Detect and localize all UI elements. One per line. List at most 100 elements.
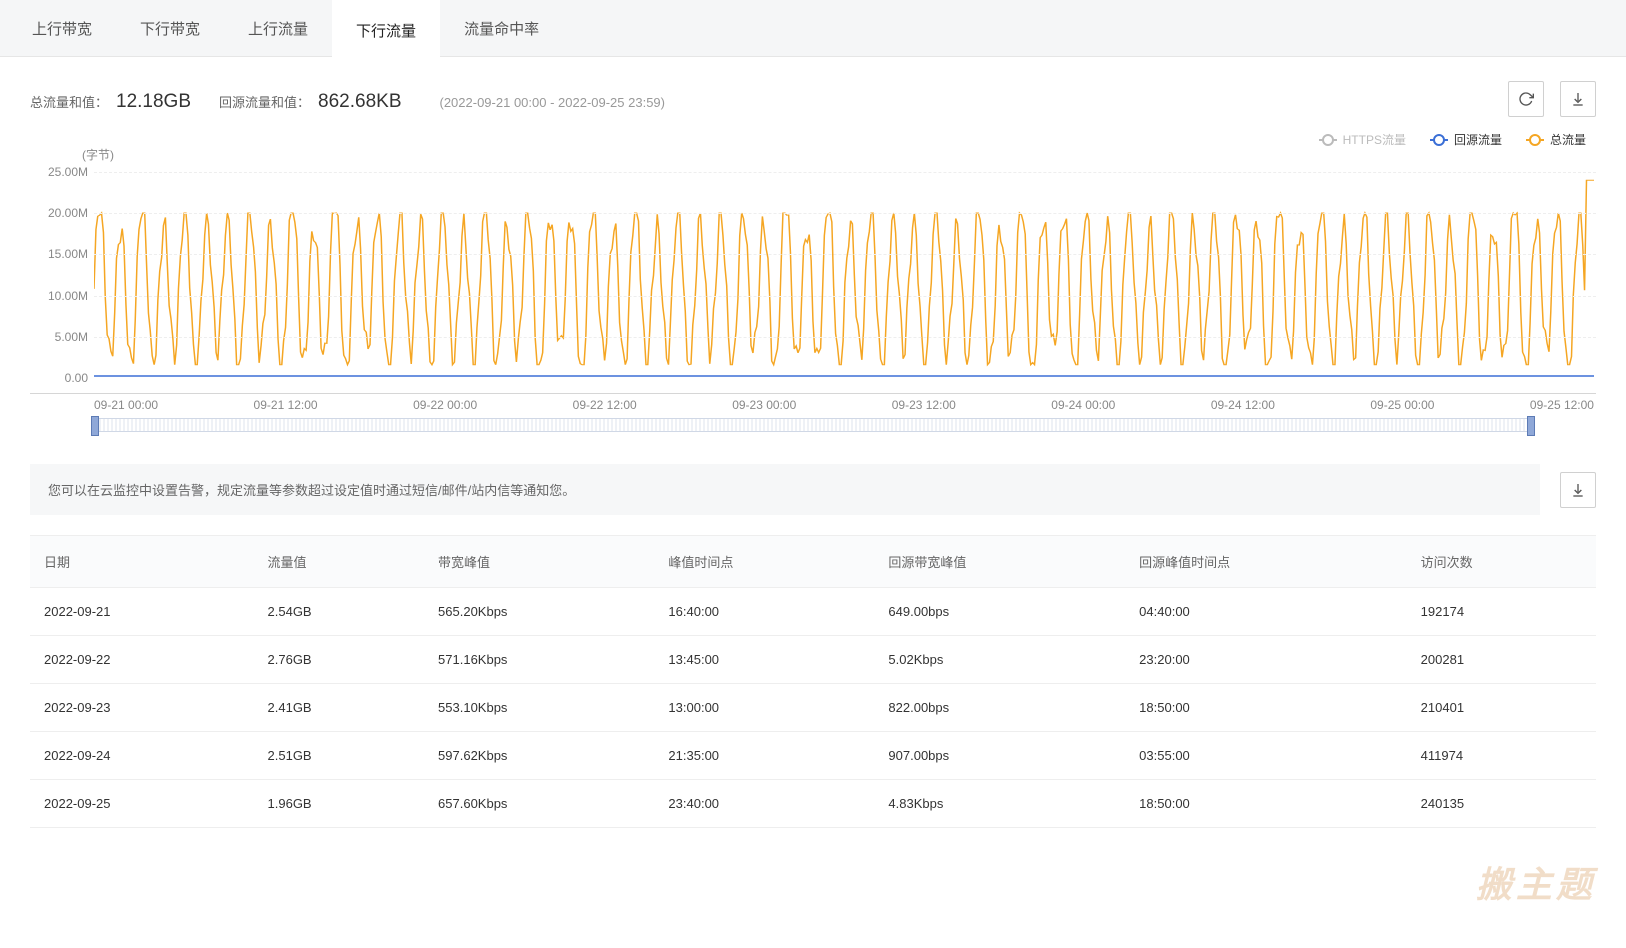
x-tick: 09-22 00:00	[413, 398, 477, 412]
legend-https-label: HTTPS流量	[1343, 131, 1406, 148]
scrub-handle-left[interactable]	[91, 416, 99, 436]
tab-up-bandwidth[interactable]: 上行带宽	[8, 0, 116, 56]
table-cell: 2022-09-22	[30, 636, 254, 684]
col-header: 峰值时间点	[654, 536, 874, 588]
table-cell: 2.51GB	[254, 732, 425, 780]
y-tick: 25.00M	[30, 165, 88, 179]
chart[interactable]: (字节) 0.005.00M10.00M15.00M20.00M25.00M	[30, 154, 1596, 394]
table-cell: 18:50:00	[1125, 684, 1407, 732]
tab-up-traffic[interactable]: 上行流量	[224, 0, 332, 56]
y-axis-title: (字节)	[82, 146, 114, 163]
table-cell: 2.54GB	[254, 588, 425, 636]
alert-info-banner: 您可以在云监控中设置告警，规定流量等参数超过设定值时通过短信/邮件/站内信等通知…	[30, 464, 1540, 515]
x-tick: 09-22 12:00	[573, 398, 637, 412]
origin-traffic-value: 862.68KB	[318, 91, 401, 113]
table-cell: 2.76GB	[254, 636, 425, 684]
table-cell: 2.41GB	[254, 684, 425, 732]
table-cell: 4.83Kbps	[874, 780, 1125, 828]
table-cell: 2022-09-24	[30, 732, 254, 780]
col-header: 流量值	[254, 536, 425, 588]
table-cell: 03:55:00	[1125, 732, 1407, 780]
table-cell: 597.62Kbps	[424, 732, 654, 780]
legend-total-label: 总流量	[1550, 131, 1586, 148]
chart-plot[interactable]	[94, 172, 1594, 377]
table-cell: 240135	[1407, 780, 1596, 828]
table-cell: 1.96GB	[254, 780, 425, 828]
table-cell: 21:35:00	[654, 732, 874, 780]
chart-area: (字节) 0.005.00M10.00M15.00M20.00M25.00M 0…	[0, 154, 1626, 442]
table-cell: 822.00bps	[874, 684, 1125, 732]
data-table: 日期流量值带宽峰值峰值时间点回源带宽峰值回源峰值时间点访问次数 2022-09-…	[30, 535, 1596, 828]
table-row: 2022-09-251.96GB657.60Kbps23:40:004.83Kb…	[30, 780, 1596, 828]
x-tick: 09-21 00:00	[94, 398, 158, 412]
tab-down-bandwidth[interactable]: 下行带宽	[116, 0, 224, 56]
x-tick: 09-25 00:00	[1370, 398, 1434, 412]
total-traffic-value: 12.18GB	[116, 91, 191, 113]
table-row: 2022-09-222.76GB571.16Kbps13:45:005.02Kb…	[30, 636, 1596, 684]
chart-legend: HTTPS流量 回源流量 总流量	[0, 127, 1626, 154]
table-cell: 649.00bps	[874, 588, 1125, 636]
table-cell: 571.16Kbps	[424, 636, 654, 684]
origin-traffic-label: 回源流量和值：	[219, 92, 310, 111]
download-icon	[1570, 91, 1586, 107]
table-row: 2022-09-232.41GB553.10Kbps13:00:00822.00…	[30, 684, 1596, 732]
legend-total[interactable]: 总流量	[1526, 131, 1586, 148]
x-tick: 09-23 00:00	[732, 398, 796, 412]
y-tick: 10.00M	[30, 289, 88, 303]
legend-https[interactable]: HTTPS流量	[1319, 131, 1406, 148]
table-row: 2022-09-242.51GB597.62Kbps21:35:00907.00…	[30, 732, 1596, 780]
legend-total-swatch	[1526, 139, 1544, 141]
tab-down-traffic[interactable]: 下行流量	[332, 0, 440, 57]
total-traffic-label: 总流量和值：	[30, 92, 108, 111]
col-header: 日期	[30, 536, 254, 588]
legend-origin[interactable]: 回源流量	[1430, 131, 1502, 148]
y-tick: 20.00M	[30, 206, 88, 220]
table-cell: 657.60Kbps	[424, 780, 654, 828]
summary-row: 总流量和值： 12.18GB 回源流量和值： 862.68KB (2022-09…	[0, 57, 1626, 127]
table-cell: 2022-09-23	[30, 684, 254, 732]
col-header: 回源带宽峰值	[874, 536, 1125, 588]
x-tick: 09-21 12:00	[254, 398, 318, 412]
download-icon	[1570, 482, 1586, 498]
col-header: 回源峰值时间点	[1125, 536, 1407, 588]
tabs: 上行带宽 下行带宽 上行流量 下行流量 流量命中率	[0, 0, 1626, 57]
scrub-handle-right[interactable]	[1527, 416, 1535, 436]
table-cell: 565.20Kbps	[424, 588, 654, 636]
table-cell: 200281	[1407, 636, 1596, 684]
table-cell: 18:50:00	[1125, 780, 1407, 828]
refresh-icon	[1518, 91, 1534, 107]
col-header: 带宽峰值	[424, 536, 654, 588]
table-cell: 2022-09-25	[30, 780, 254, 828]
col-header: 访问次数	[1407, 536, 1596, 588]
y-tick: 0.00	[30, 371, 88, 385]
table-cell: 23:40:00	[654, 780, 874, 828]
y-tick: 15.00M	[30, 247, 88, 261]
table-cell: 5.02Kbps	[874, 636, 1125, 684]
table-cell: 411974	[1407, 732, 1596, 780]
table-row: 2022-09-212.54GB565.20Kbps16:40:00649.00…	[30, 588, 1596, 636]
table-cell: 16:40:00	[654, 588, 874, 636]
x-tick: 09-24 12:00	[1211, 398, 1275, 412]
time-scrubber[interactable]	[94, 418, 1532, 432]
legend-origin-label: 回源流量	[1454, 131, 1502, 148]
table-cell: 2022-09-21	[30, 588, 254, 636]
date-range: (2022-09-21 00:00 - 2022-09-25 23:59)	[440, 95, 666, 110]
legend-https-swatch	[1319, 139, 1337, 141]
x-tick: 09-25 12:00	[1530, 398, 1594, 412]
table-cell: 04:40:00	[1125, 588, 1407, 636]
table-cell: 23:20:00	[1125, 636, 1407, 684]
y-tick: 5.00M	[30, 330, 88, 344]
table-cell: 13:45:00	[654, 636, 874, 684]
table-cell: 192174	[1407, 588, 1596, 636]
download-table-button[interactable]	[1560, 472, 1596, 508]
table-cell: 210401	[1407, 684, 1596, 732]
download-chart-button[interactable]	[1560, 81, 1596, 117]
refresh-button[interactable]	[1508, 81, 1544, 117]
legend-origin-swatch	[1430, 139, 1448, 141]
table-cell: 13:00:00	[654, 684, 874, 732]
x-axis-ticks: 09-21 00:00 09-21 12:00 09-22 00:00 09-22 1…	[30, 394, 1596, 412]
x-tick: 09-23 12:00	[892, 398, 956, 412]
table-cell: 553.10Kbps	[424, 684, 654, 732]
tab-hit-rate[interactable]: 流量命中率	[440, 0, 563, 56]
table-cell: 907.00bps	[874, 732, 1125, 780]
